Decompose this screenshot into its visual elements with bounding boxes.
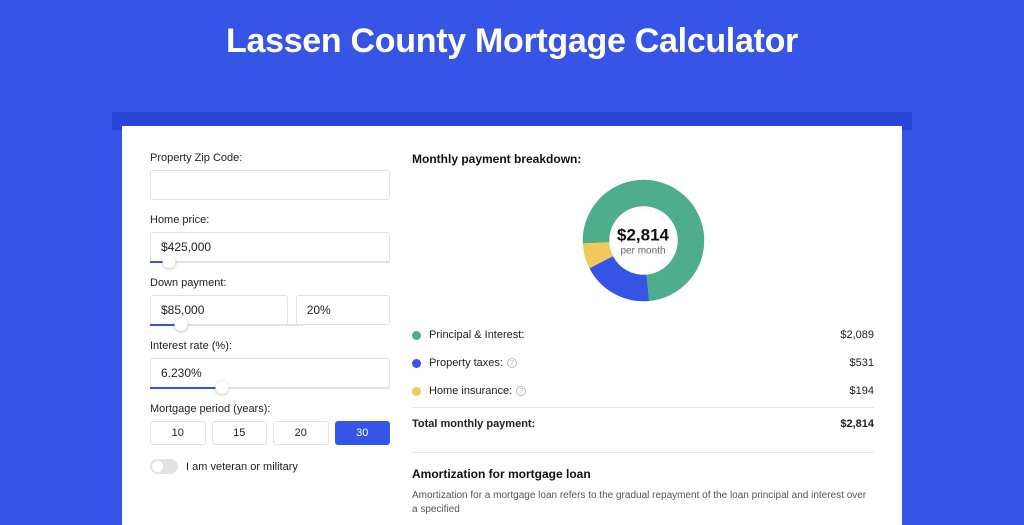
legend-label: Principal & Interest: xyxy=(429,329,840,341)
down-payment-slider[interactable] xyxy=(150,324,304,326)
legend-total-row: Total monthly payment: $2,814 xyxy=(412,407,874,438)
page-title: Lassen County Mortgage Calculator xyxy=(0,0,1024,79)
total-label: Total monthly payment: xyxy=(412,418,840,430)
down-payment-input[interactable] xyxy=(150,295,288,325)
legend-row: Principal & Interest:$2,089 xyxy=(412,321,874,349)
legend-value: $2,089 xyxy=(840,329,874,341)
legend-dot xyxy=(412,331,421,340)
down-payment-label: Down payment: xyxy=(150,277,390,289)
zip-label: Property Zip Code: xyxy=(150,152,390,164)
home-price-slider-thumb[interactable] xyxy=(163,255,176,268)
legend-label: Property taxes: ? xyxy=(429,357,850,369)
legend: Principal & Interest:$2,089Property taxe… xyxy=(412,321,874,405)
period-field: Mortgage period (years): 10152030 xyxy=(150,403,390,445)
donut-chart: $2,814 per month xyxy=(412,178,874,303)
period-option-20[interactable]: 20 xyxy=(273,421,329,445)
veteran-toggle-knob xyxy=(152,461,163,472)
legend-value: $531 xyxy=(850,357,874,369)
home-price-input[interactable] xyxy=(150,232,390,262)
breakdown-heading: Monthly payment breakdown: xyxy=(412,152,874,166)
donut-sub: per month xyxy=(617,245,669,256)
interest-input[interactable] xyxy=(150,358,390,388)
home-price-label: Home price: xyxy=(150,214,390,226)
period-option-10[interactable]: 10 xyxy=(150,421,206,445)
calculator-card: Property Zip Code: Home price: Down paym… xyxy=(122,126,902,525)
legend-dot xyxy=(412,387,421,396)
donut-amount: $2,814 xyxy=(617,225,669,245)
legend-row: Property taxes: ?$531 xyxy=(412,349,874,377)
donut-center: $2,814 per month xyxy=(617,225,669,256)
period-options: 10152030 xyxy=(150,421,390,445)
home-price-slider[interactable] xyxy=(150,261,390,263)
interest-field: Interest rate (%): xyxy=(150,340,390,389)
interest-slider[interactable] xyxy=(150,387,390,389)
veteran-toggle[interactable] xyxy=(150,459,178,474)
legend-label: Home insurance: ? xyxy=(429,385,850,397)
legend-value: $194 xyxy=(850,385,874,397)
info-icon[interactable]: ? xyxy=(507,358,517,368)
amortization-section: Amortization for mortgage loan Amortizat… xyxy=(412,452,874,517)
total-value: $2,814 xyxy=(840,418,874,430)
veteran-toggle-row: I am veteran or military xyxy=(150,459,390,474)
form-column: Property Zip Code: Home price: Down paym… xyxy=(150,152,390,517)
zip-input[interactable] xyxy=(150,170,390,200)
period-option-30[interactable]: 30 xyxy=(335,421,391,445)
period-option-15[interactable]: 15 xyxy=(212,421,268,445)
amortization-text: Amortization for a mortgage loan refers … xyxy=(412,489,874,517)
down-payment-slider-thumb[interactable] xyxy=(174,318,187,331)
interest-slider-thumb[interactable] xyxy=(216,381,229,394)
period-label: Mortgage period (years): xyxy=(150,403,390,415)
zip-field: Property Zip Code: xyxy=(150,152,390,200)
down-payment-pct-input[interactable] xyxy=(296,295,390,325)
down-payment-field: Down payment: xyxy=(150,277,390,326)
interest-slider-fill xyxy=(150,387,222,389)
amortization-title: Amortization for mortgage loan xyxy=(412,467,874,481)
interest-label: Interest rate (%): xyxy=(150,340,390,352)
breakdown-column: Monthly payment breakdown: $2,814 per mo… xyxy=(412,152,874,517)
veteran-label: I am veteran or military xyxy=(186,461,298,473)
legend-dot xyxy=(412,359,421,368)
info-icon[interactable]: ? xyxy=(516,386,526,396)
home-price-field: Home price: xyxy=(150,214,390,263)
legend-row: Home insurance: ?$194 xyxy=(412,377,874,405)
